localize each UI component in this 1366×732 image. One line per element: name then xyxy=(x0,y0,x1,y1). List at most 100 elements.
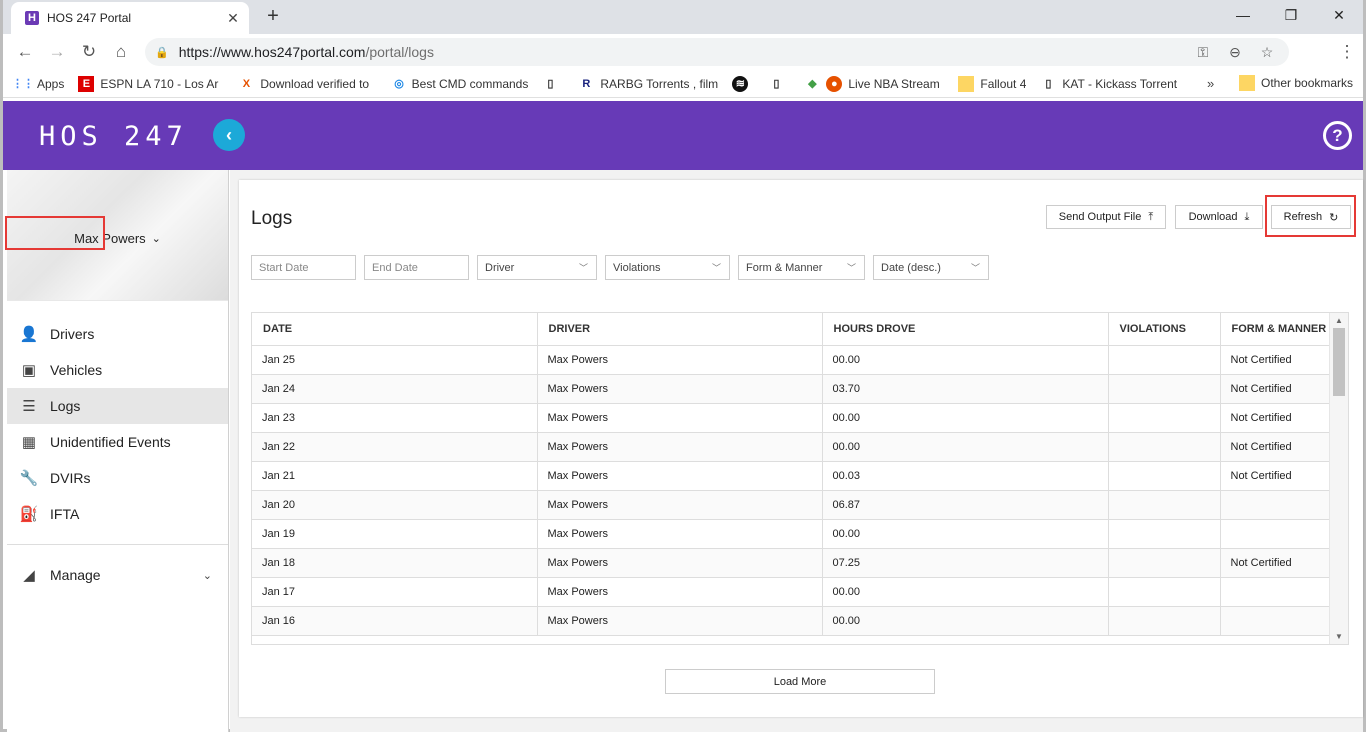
table-cell: Jan 24 xyxy=(252,374,538,404)
table-cell xyxy=(1108,577,1221,607)
table-row[interactable]: Jan 18 Max Powers 07.25 Not Certified xyxy=(252,548,1330,578)
sidebar-item-manage[interactable]: ◢ Manage ⌄ xyxy=(7,557,228,593)
sidebar-item-vehicles[interactable]: ▣ Vehicles xyxy=(7,352,228,388)
column-header-form-manner[interactable]: FORM & MANNER xyxy=(1220,313,1330,346)
page-icon: ▯ xyxy=(773,78,780,90)
load-more-button[interactable]: Load More xyxy=(665,669,935,694)
table-cell: Jan 22 xyxy=(252,432,538,462)
driver-select[interactable]: Driver ﹀ xyxy=(477,255,597,280)
zoom-icon[interactable]: ⊖ xyxy=(1219,41,1251,63)
form-manner-select[interactable]: Form & Manner ﹀ xyxy=(738,255,865,280)
table-cell: Jan 20 xyxy=(252,490,538,520)
minimize-icon[interactable]: — xyxy=(1219,0,1267,30)
maximize-icon[interactable]: ❐ xyxy=(1267,0,1315,30)
table-cell: Max Powers xyxy=(537,374,823,404)
bookmark-fallout[interactable]: Fallout 4 xyxy=(958,75,1026,92)
table-row[interactable]: Jan 20 Max Powers 06.87 xyxy=(252,490,1330,520)
sort-select[interactable]: Date (desc.) ﹀ xyxy=(873,255,989,280)
new-tab-icon[interactable]: + xyxy=(261,5,285,28)
other-bookmarks[interactable]: Other bookmarks xyxy=(1239,75,1353,91)
hos-logo[interactable]: HOS 247 xyxy=(39,121,188,152)
table-cell: 00.00 xyxy=(822,606,1109,636)
table-cell xyxy=(1108,548,1221,578)
scroll-up-icon[interactable]: ▲ xyxy=(1335,316,1343,325)
column-header-driver[interactable]: DRIVER xyxy=(537,313,823,346)
bookmark-cmd[interactable]: ◎ Best CMD commands xyxy=(392,76,528,92)
bookmark-spotify[interactable]: ≋ xyxy=(732,75,754,92)
hos-favicon-icon: H xyxy=(25,11,39,25)
lock-icon[interactable]: 🔒 xyxy=(155,46,169,59)
table-cell: Max Powers xyxy=(537,461,823,491)
home-icon[interactable]: ⌂ xyxy=(105,36,137,68)
sidebar-item-label: DVIRs xyxy=(50,470,91,486)
table-row[interactable]: Jan 17 Max Powers 00.00 xyxy=(252,577,1330,607)
browser-tab[interactable]: H HOS 247 Portal ✕ xyxy=(11,2,249,34)
table-cell: Not Certified xyxy=(1220,461,1330,491)
menu-dots-icon[interactable]: ⋮ xyxy=(1331,36,1363,68)
bus-icon: ▣ xyxy=(21,362,37,379)
table-cell xyxy=(1108,403,1221,433)
table-cell: Not Certified xyxy=(1220,403,1330,433)
folder-icon xyxy=(1239,75,1255,91)
chevron-down-icon[interactable]: ⌄ xyxy=(203,569,212,582)
help-icon[interactable]: ? xyxy=(1323,121,1352,150)
table-cell: Jan 25 xyxy=(252,345,538,375)
browser-toolbar: ← → ↻ ⌂ 🔒 https://www.hos247portal.com/p… xyxy=(3,34,1363,97)
table-row[interactable]: Jan 19 Max Powers 00.00 xyxy=(252,519,1330,549)
bookmark-page[interactable]: ▯ xyxy=(542,76,564,92)
sidebar-item-dvirs[interactable]: 🔧 DVIRs xyxy=(7,460,228,496)
download-button[interactable]: Download ⤓ xyxy=(1175,205,1263,229)
table-cell xyxy=(1108,374,1221,404)
bookmark-espn[interactable]: E ESPN LA 710 - Los Ar xyxy=(78,75,224,92)
address-bar[interactable]: 🔒 https://www.hos247portal.com/portal/lo… xyxy=(145,38,1289,66)
star-icon[interactable]: ☆ xyxy=(1251,41,1283,63)
sidebar-item-ifta[interactable]: ⛽ IFTA xyxy=(7,496,228,532)
start-date-input[interactable]: Start Date xyxy=(251,255,356,280)
column-header-date[interactable]: DATE xyxy=(252,313,538,346)
refresh-highlight-box xyxy=(1265,195,1356,237)
table-cell: Max Powers xyxy=(537,606,823,636)
close-tab-icon[interactable]: ✕ xyxy=(225,10,241,27)
bookmark-page-2[interactable]: ▯ xyxy=(768,76,790,92)
table-row[interactable]: Jan 23 Max Powers 00.00 Not Certified xyxy=(252,403,1330,433)
sidebar-item-drivers[interactable]: 👤 Drivers xyxy=(7,316,228,352)
table-cell xyxy=(1108,345,1221,375)
collapse-sidebar-icon[interactable]: ‹ xyxy=(213,119,245,151)
bookmark-rarbg[interactable]: R RARBG Torrents , film xyxy=(578,76,718,92)
bookmark-apps[interactable]: ⋮⋮ Apps xyxy=(15,76,64,92)
table-row[interactable]: Jan 21 Max Powers 00.03 Not Certified xyxy=(252,461,1330,491)
bookmark-nba[interactable]: ◆ ● Live NBA Stream xyxy=(804,75,944,92)
chevron-down-icon[interactable]: ⌄ xyxy=(152,232,161,245)
sidebar-item-unidentified-events[interactable]: ▦ Unidentified Events xyxy=(7,424,228,460)
end-date-input[interactable]: End Date xyxy=(364,255,469,280)
key-icon[interactable]: ⚿ xyxy=(1187,41,1219,63)
bookmark-download[interactable]: X Download verified to xyxy=(238,76,378,92)
scroll-down-icon[interactable]: ▼ xyxy=(1335,632,1343,641)
table-row[interactable]: Jan 22 Max Powers 00.00 Not Certified xyxy=(252,432,1330,462)
column-header-hours-drove[interactable]: HOURS DROVE xyxy=(822,313,1109,346)
table-row[interactable]: Jan 25 Max Powers 00.00 Not Certified xyxy=(252,345,1330,375)
forward-icon[interactable]: → xyxy=(41,36,73,68)
violations-select[interactable]: Violations ﹀ xyxy=(605,255,730,280)
close-window-icon[interactable]: ✕ xyxy=(1315,0,1363,30)
table-cell: Not Certified xyxy=(1220,374,1330,404)
table-cell: Jan 23 xyxy=(252,403,538,433)
page-title: Logs xyxy=(251,208,293,229)
back-icon[interactable]: ← xyxy=(9,36,41,68)
bookmark-kat[interactable]: ▯ KAT - Kickass Torrent xyxy=(1040,76,1180,92)
table-cell: 00.00 xyxy=(822,432,1109,462)
bookmarks-overflow-icon[interactable]: » xyxy=(1207,76,1214,91)
table-row[interactable]: Jan 16 Max Powers 00.00 xyxy=(252,606,1330,636)
url-text: https://www.hos247portal.com/portal/logs xyxy=(178,44,434,60)
table-cell: Max Powers xyxy=(537,432,823,462)
download-icon: ⤓ xyxy=(1244,210,1250,223)
send-output-file-button[interactable]: Send Output File ⤒ xyxy=(1046,205,1166,229)
table-scrollbar[interactable]: ▲ ▼ xyxy=(1329,313,1348,644)
table-row[interactable]: Jan 24 Max Powers 03.70 Not Certified xyxy=(252,374,1330,404)
chevron-down-icon: ﹀ xyxy=(970,263,980,273)
reload-icon[interactable]: ↻ xyxy=(73,36,105,68)
scrollbar-thumb[interactable] xyxy=(1333,328,1345,396)
table-cell: Jan 19 xyxy=(252,519,538,549)
sidebar-item-logs[interactable]: ☰ Logs xyxy=(7,388,228,424)
column-header-violations[interactable]: VIOLATIONS xyxy=(1108,313,1221,346)
